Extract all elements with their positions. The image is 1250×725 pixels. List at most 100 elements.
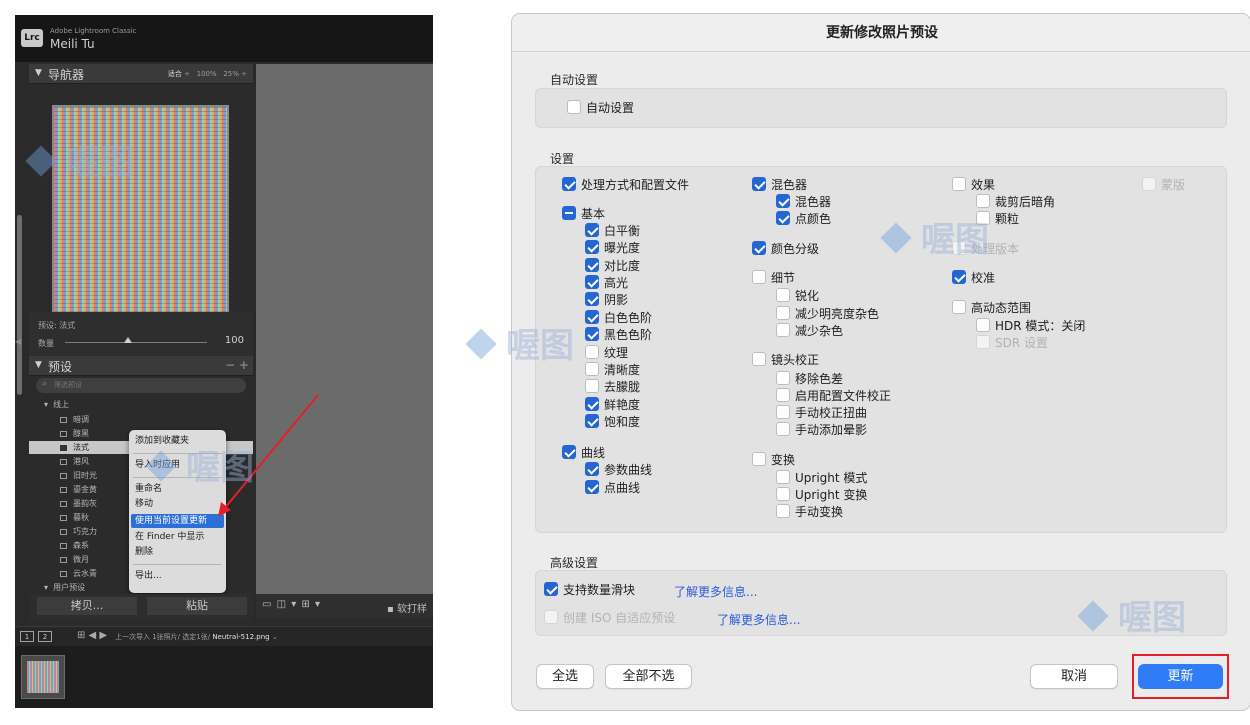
- select-all-button[interactable]: 全选: [536, 664, 594, 689]
- mask-checkbox[interactable]: 蒙版: [1142, 177, 1185, 194]
- transform-checkbox[interactable]: 变换: [752, 452, 795, 469]
- checkbox-label: 手动变换: [795, 505, 844, 519]
- checkbox-unchecked: [952, 177, 966, 191]
- exposure-checkbox[interactable]: 曝光度: [585, 240, 640, 257]
- sdr-settings-checkbox[interactable]: SDR 设置: [976, 335, 1048, 352]
- screenshot-root: Lrc Adobe Lightroom Classic Meili Tu ◀ ▼…: [0, 0, 1250, 725]
- clarity-checkbox[interactable]: 清晰度: [585, 362, 640, 379]
- auto-settings-checkbox[interactable]: 自动设置: [567, 100, 634, 117]
- checkbox-checked: [562, 445, 576, 459]
- upright-transform-checkbox[interactable]: Upright 变换: [776, 487, 867, 504]
- checkbox-unchecked: [752, 452, 766, 466]
- checkbox-unchecked: [776, 422, 790, 436]
- luminance-noise-checkbox[interactable]: 减少明亮度杂色: [776, 306, 879, 323]
- highlights-checkbox[interactable]: 高光: [585, 275, 628, 292]
- checkbox-checked: [585, 292, 599, 306]
- checkbox-label: 基本: [581, 207, 606, 221]
- checkbox-label: Upright 变换: [795, 488, 868, 502]
- mixer-sub-checkbox[interactable]: 混色器: [776, 194, 831, 211]
- checkbox-label: 高光: [604, 276, 629, 290]
- hdr-checkbox[interactable]: 高动态范围: [952, 300, 1031, 317]
- dehaze-checkbox[interactable]: 去朦胧: [585, 379, 640, 396]
- checkbox-label: 镜头校正: [771, 353, 820, 367]
- upright-mode-checkbox[interactable]: Upright 模式: [776, 470, 867, 487]
- checkbox-unchecked: [952, 300, 966, 314]
- blacks-checkbox[interactable]: 黑色色阶: [585, 327, 652, 344]
- dialog-title: 更新修改照片预设: [512, 14, 1250, 52]
- contrast-checkbox[interactable]: 对比度: [585, 258, 640, 275]
- checkbox-checked: [585, 310, 599, 324]
- saturation-checkbox[interactable]: 饱和度: [585, 414, 640, 431]
- noise-reduction-checkbox[interactable]: 减少杂色: [776, 323, 843, 340]
- color-grading-checkbox[interactable]: 颜色分级: [752, 241, 819, 258]
- profile-correction-checkbox[interactable]: 启用配置文件校正: [776, 388, 891, 405]
- manual-transform-checkbox[interactable]: 手动变换: [776, 504, 843, 521]
- calibration-checkbox[interactable]: 校准: [952, 270, 995, 287]
- checkbox-label: 阴影: [604, 293, 629, 307]
- checkbox-checked: [562, 177, 576, 191]
- checkbox-mixed: [562, 206, 576, 220]
- checkbox-label: 纹理: [604, 346, 629, 360]
- checkbox-label: 自动设置: [586, 101, 635, 115]
- checkbox-checked: [585, 275, 599, 289]
- checkbox-checked: [585, 223, 599, 237]
- checkbox-label: 对比度: [604, 259, 641, 273]
- whites-checkbox[interactable]: 白色色阶: [585, 310, 652, 327]
- checkbox-label: 创建 ISO 自适应预设: [563, 611, 676, 625]
- checkbox-unchecked: [776, 371, 790, 385]
- checkbox-unchecked: [776, 306, 790, 320]
- point-color-checkbox[interactable]: 点颜色: [776, 211, 831, 228]
- color-mixer-checkbox[interactable]: 混色器: [752, 177, 807, 194]
- checkbox-label: 减少杂色: [795, 324, 844, 338]
- auto-settings-label: 自动设置: [550, 73, 599, 87]
- checkbox-label: 混色器: [795, 195, 832, 209]
- checkbox-label: 混色器: [771, 178, 808, 192]
- cancel-button[interactable]: 取消: [1030, 664, 1118, 689]
- manual-distortion-checkbox[interactable]: 手动校正扭曲: [776, 405, 867, 422]
- learn-more-link[interactable]: 了解更多信息...: [674, 583, 757, 600]
- checkbox-label: 锐化: [795, 289, 820, 303]
- checkbox-label: 黑色色阶: [604, 328, 653, 342]
- checkbox-label: 移除色差: [795, 372, 844, 386]
- amount-slider-checkbox[interactable]: 支持数量滑块: [544, 582, 635, 599]
- checkbox-unchecked: [585, 362, 599, 376]
- process-version-checkbox[interactable]: 处理版本: [952, 241, 1019, 258]
- learn-more-link[interactable]: 了解更多信息...: [717, 611, 800, 628]
- texture-checkbox[interactable]: 纹理: [585, 345, 628, 362]
- shadows-checkbox[interactable]: 阴影: [585, 292, 628, 309]
- checkbox-unchecked: [752, 270, 766, 284]
- lens-correction-checkbox[interactable]: 镜头校正: [752, 352, 819, 369]
- checkbox-disabled: [976, 335, 990, 349]
- sharpening-checkbox[interactable]: 锐化: [776, 288, 819, 305]
- hdr-mode-checkbox[interactable]: HDR 模式：关闭: [976, 318, 1085, 335]
- point-curve-checkbox[interactable]: 点曲线: [585, 480, 640, 497]
- checkbox-label: 参数曲线: [604, 463, 653, 477]
- basic-checkbox[interactable]: 基本: [562, 206, 605, 223]
- parametric-curve-checkbox[interactable]: 参数曲线: [585, 462, 652, 479]
- checkbox-label: 白平衡: [604, 224, 641, 238]
- checkbox-label: 点颜色: [795, 212, 832, 226]
- checkbox-unchecked: [585, 379, 599, 393]
- process-profile-checkbox[interactable]: 处理方式和配置文件: [562, 177, 689, 194]
- update-button[interactable]: 更新: [1138, 664, 1223, 689]
- post-crop-vignette-checkbox[interactable]: 裁剪后暗角: [976, 194, 1055, 211]
- checkbox-label: 减少明亮度杂色: [795, 307, 880, 321]
- checkbox-checked: [544, 582, 558, 596]
- checkbox-label: 蒙版: [1161, 178, 1186, 192]
- auto-settings-box: [535, 88, 1227, 128]
- checkbox-label: 颜色分级: [771, 242, 820, 256]
- checkbox-unchecked: [776, 388, 790, 402]
- curve-checkbox[interactable]: 曲线: [562, 445, 605, 462]
- vibrance-checkbox[interactable]: 鲜艳度: [585, 397, 640, 414]
- grain-checkbox[interactable]: 颗粒: [976, 211, 1019, 228]
- white-balance-checkbox[interactable]: 白平衡: [585, 223, 640, 240]
- manual-vignette-checkbox[interactable]: 手动添加晕影: [776, 422, 867, 439]
- checkbox-label: 校准: [971, 271, 996, 285]
- checkbox-unchecked: [585, 345, 599, 359]
- checkbox-label: 颗粒: [995, 212, 1020, 226]
- detail-checkbox[interactable]: 细节: [752, 270, 795, 287]
- remove-ca-checkbox[interactable]: 移除色差: [776, 371, 843, 388]
- select-none-button[interactable]: 全部不选: [605, 664, 692, 689]
- effects-checkbox[interactable]: 效果: [952, 177, 995, 194]
- iso-adaptive-checkbox[interactable]: 创建 ISO 自适应预设: [544, 610, 675, 627]
